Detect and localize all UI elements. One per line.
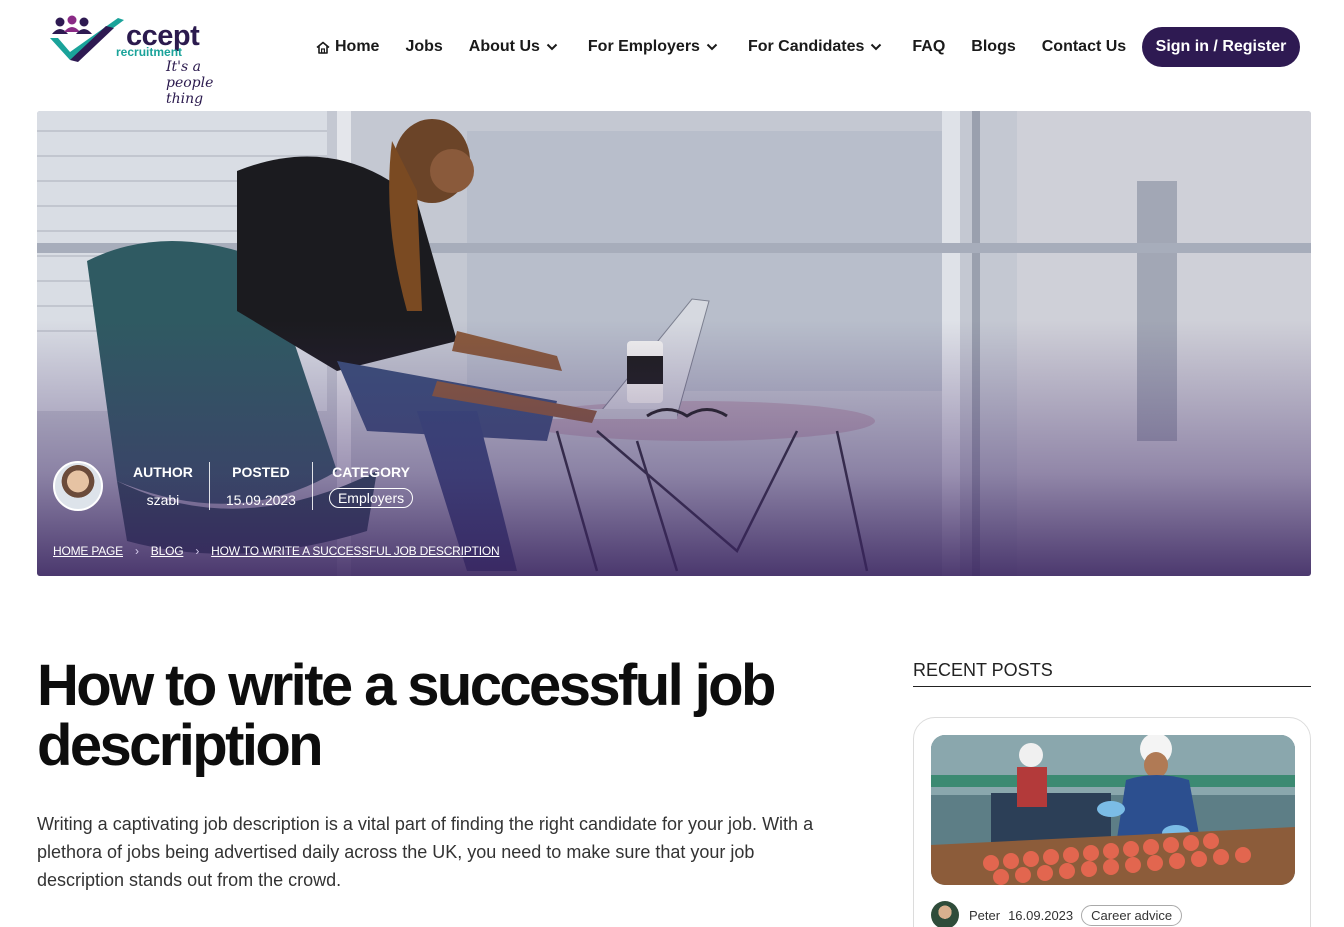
author-name[interactable]: szabi: [147, 492, 180, 508]
nav-home[interactable]: Home: [316, 38, 379, 56]
chevron-down-icon: [706, 43, 718, 51]
nav-about-us-label: About Us: [468, 38, 540, 55]
nav-about-us[interactable]: About Us: [469, 38, 558, 56]
main-nav: Home Jobs About Us For Employers For Can…: [316, 30, 1152, 64]
author-avatar: [53, 461, 103, 511]
chevron-right-icon: ›: [195, 544, 200, 558]
nav-for-employers-label: For Employers: [587, 38, 700, 55]
recent-post-meta: Peter 16.09.2023 Career advice: [931, 901, 1183, 927]
nav-jobs-label: Jobs: [405, 38, 443, 55]
logo-subtitle: recruitment: [116, 45, 183, 59]
nav-blogs-label: Blogs: [971, 38, 1016, 55]
posted-block: POSTED 15.09.2023: [210, 464, 312, 508]
chevron-down-icon: [546, 43, 558, 51]
nav-for-employers[interactable]: For Employers: [588, 38, 718, 56]
category-block: CATEGORY Employers: [313, 464, 429, 508]
author-label: AUTHOR: [133, 464, 193, 480]
nav-contact-us[interactable]: Contact Us: [1042, 38, 1126, 56]
article-lead: Writing a captivating job description is…: [37, 814, 814, 890]
author-block: AUTHOR szabi: [117, 464, 209, 508]
chevron-down-icon: [871, 43, 882, 51]
nav-for-candidates[interactable]: For Candidates: [748, 38, 882, 56]
nav-blogs[interactable]: Blogs: [971, 38, 1015, 56]
recent-post-author: Peter: [969, 907, 1001, 923]
chevron-right-icon: ›: [135, 544, 139, 558]
category-chip[interactable]: Employers: [328, 488, 414, 508]
posted-label: POSTED: [232, 464, 290, 480]
recent-post-category[interactable]: Career advice: [1081, 904, 1183, 926]
post-meta: AUTHOR szabi POSTED 15.09.2023 CATEGORY …: [53, 461, 429, 511]
nav-contact-us-label: Contact Us: [1041, 38, 1127, 55]
hero-banner: AUTHOR szabi POSTED 15.09.2023 CATEGORY …: [37, 111, 1311, 576]
nav-faq[interactable]: FAQ: [912, 38, 945, 56]
nav-for-candidates-label: For Candidates: [747, 38, 865, 55]
category-label: CATEGORY: [332, 464, 410, 480]
article-title: How to write a successful job descriptio…: [37, 653, 776, 778]
nav-jobs[interactable]: Jobs: [405, 38, 442, 56]
recent-posts-heading: RECENT POSTS: [913, 660, 1311, 687]
home-icon: [316, 41, 330, 54]
site-header: ccept recruitment It's a people thing Ho…: [0, 0, 1344, 107]
breadcrumb-current[interactable]: HOW TO WRITE A SUCCESSFUL JOB DESCRIPTIO…: [211, 544, 499, 558]
recent-post-date: 16.09.2023: [1008, 907, 1074, 923]
breadcrumb-blog[interactable]: BLOG: [151, 544, 184, 558]
recent-post-card[interactable]: Peter 16.09.2023 Career advice: [913, 717, 1311, 927]
breadcrumb: HOME PAGE › BLOG › HOW TO WRITE A SUCCES…: [53, 544, 500, 558]
recent-post-image[interactable]: [931, 735, 1295, 885]
nav-faq-label: FAQ: [912, 38, 946, 55]
nav-home-label: Home: [335, 38, 380, 55]
logo-mark-icon: [50, 15, 124, 62]
accept-recruitment-logo[interactable]: ccept recruitment It's a people thing: [48, 14, 252, 107]
posted-date: 15.09.2023: [225, 492, 296, 508]
author-avatar: [931, 901, 959, 927]
breadcrumb-home[interactable]: HOME PAGE: [53, 544, 123, 558]
logo-tagline: It's a people thing: [166, 59, 214, 107]
sign-in-register-button[interactable]: Sign in / Register: [1142, 27, 1300, 67]
factory-photo: [931, 735, 1295, 885]
